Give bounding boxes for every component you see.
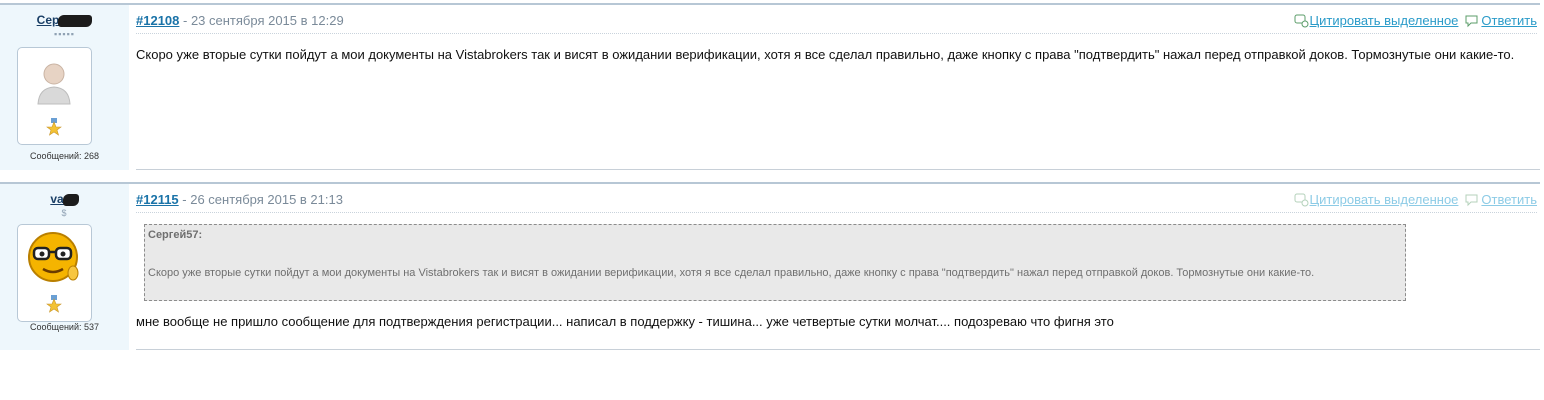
- post-date: - 26 сентября 2015 в 21:13: [178, 192, 343, 207]
- post-actions: Цитировать выделенное Ответить: [1294, 13, 1537, 31]
- medal-icon: [46, 118, 62, 136]
- post-header: #12108 - 23 сентября 2015 в 12:29 Цитиро…: [136, 13, 1537, 34]
- post-header: #12115 - 26 сентября 2015 в 21:13 Цитиро…: [136, 192, 1537, 213]
- forum-post: Сер ▪▪▪▪▪ Сообщений: 268 #12108 - 23 сен…: [0, 3, 1544, 170]
- post-actions: Цитировать выделенное Ответить: [1294, 192, 1537, 210]
- post-number-link[interactable]: #12108: [136, 13, 179, 28]
- post-number-link[interactable]: #12115: [136, 192, 179, 207]
- quote-selection-icon: [1294, 193, 1309, 210]
- avatar[interactable]: [17, 224, 92, 322]
- quote-text: Скоро уже вторые сутки пойдут а мои доку…: [148, 267, 1315, 279]
- post-content: #12108 - 23 сентября 2015 в 12:29 Цитиро…: [130, 5, 1537, 170]
- avatar[interactable]: [17, 47, 92, 145]
- post-bottom-divider: [136, 169, 1540, 170]
- rank-stars: $: [61, 208, 68, 218]
- post-date: - 23 сентября 2015 в 12:29: [179, 13, 344, 28]
- reply-link[interactable]: Ответить: [1481, 192, 1537, 207]
- quote-author: Сергей57:: [148, 229, 203, 241]
- reply-bubble-icon: [1464, 193, 1480, 210]
- rank-stars: ▪▪▪▪▪: [54, 29, 75, 39]
- smiley-glasses-avatar-icon: [28, 232, 79, 282]
- quote-selected-link[interactable]: Цитировать выделенное: [1310, 13, 1459, 28]
- message-count: Сообщений: 537: [29, 322, 100, 332]
- medal-icon: [46, 295, 62, 313]
- reply-bubble-icon: [1464, 14, 1480, 31]
- message-count: Сообщений: 268: [29, 151, 100, 161]
- author-name-link[interactable]: Сер: [0, 13, 129, 27]
- redacted-mark: [58, 14, 93, 27]
- quote-selected-link[interactable]: Цитировать выделенное: [1310, 192, 1459, 207]
- reply-link[interactable]: Ответить: [1481, 13, 1537, 28]
- post-content: #12115 - 26 сентября 2015 в 21:13 Цитиро…: [130, 184, 1537, 350]
- redacted-mark: [62, 193, 79, 206]
- post-text: Скоро уже вторые сутки пойдут а мои доку…: [136, 47, 1515, 62]
- quote-block: Сергей57: Скоро уже вторые сутки пойдут …: [144, 224, 1406, 301]
- quote-selection-icon: [1294, 14, 1309, 31]
- author-name-link[interactable]: va: [0, 192, 129, 206]
- post-bottom-divider: [136, 349, 1540, 350]
- forum-post: va $ Сообщений: 537 #12115 - 26 сентября…: [0, 182, 1544, 350]
- post-text: мне вообще не пришло сообщение для подтв…: [136, 314, 1114, 329]
- default-user-avatar-icon: [37, 63, 71, 105]
